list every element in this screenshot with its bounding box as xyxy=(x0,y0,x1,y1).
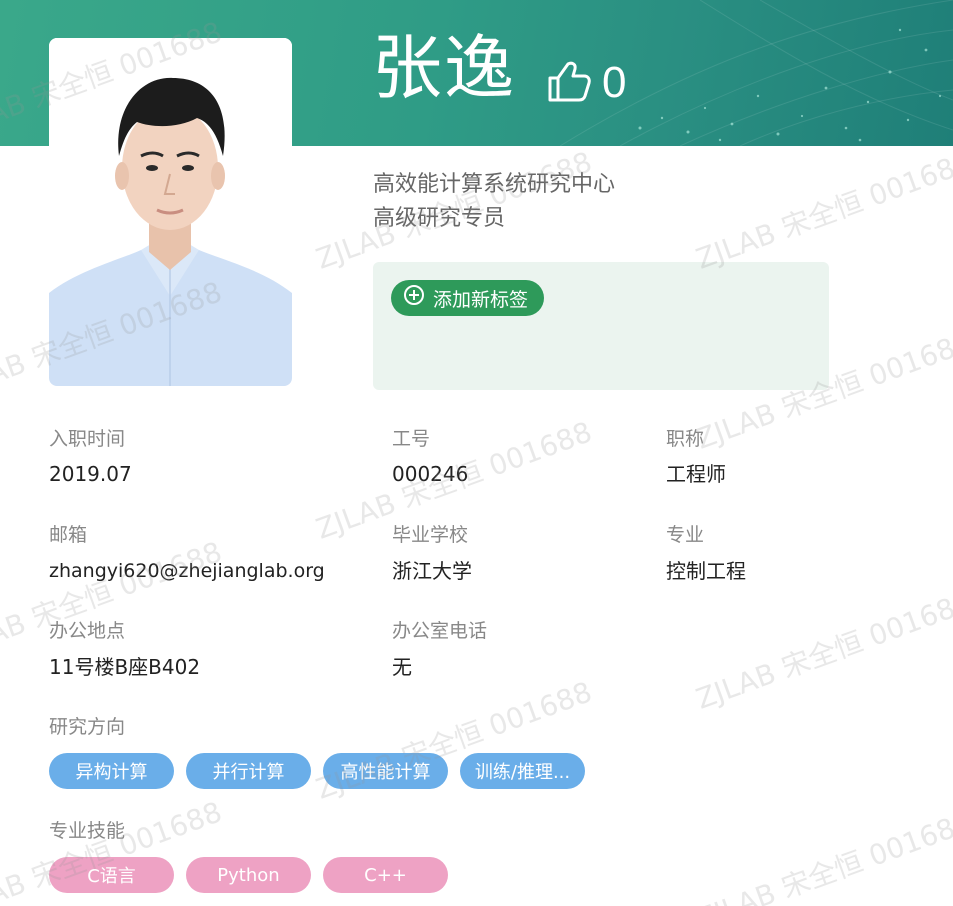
email-label: 邮箱 xyxy=(49,524,88,546)
employee-id-label: 工号 xyxy=(392,428,431,450)
job-title-label: 职称 xyxy=(666,428,705,450)
like-count: 0 xyxy=(602,58,627,107)
add-tag-button[interactable]: 添加新标签 xyxy=(391,280,545,316)
email-value: zhangyi620@zhejianglab.org xyxy=(49,560,325,582)
avatar xyxy=(49,38,292,386)
profile-photo xyxy=(49,38,292,386)
skill-chip[interactable]: C语言 xyxy=(49,857,174,893)
office-phone-label: 办公室电话 xyxy=(392,620,488,642)
job-title-value: 工程师 xyxy=(666,462,726,486)
research-label: 研究方向 xyxy=(49,716,126,738)
hire-date-label: 入职时间 xyxy=(49,428,126,450)
skill-chip[interactable]: C++ xyxy=(323,857,448,893)
skills-label: 专业技能 xyxy=(49,820,126,842)
thumbs-up-icon xyxy=(546,58,592,108)
research-chip[interactable]: 训练/推理... xyxy=(460,753,585,789)
school-value: 浙江大学 xyxy=(392,559,472,583)
department: 高效能计算系统研究中心 xyxy=(373,172,616,197)
watermark-text: ZJLAB 宋全恒 001688 xyxy=(691,585,953,716)
profile-name: 张逸 xyxy=(372,27,516,109)
research-chip[interactable]: 异构计算 xyxy=(49,753,174,789)
major-value: 控制工程 xyxy=(666,559,746,583)
school-label: 毕业学校 xyxy=(392,524,469,546)
office-phone-value: 无 xyxy=(392,655,412,679)
position-title: 高级研究专员 xyxy=(373,206,506,231)
office-label: 办公地点 xyxy=(49,620,126,642)
research-chip[interactable]: 并行计算 xyxy=(186,753,311,789)
like-button[interactable]: 0 xyxy=(546,58,626,108)
major-label: 专业 xyxy=(666,524,705,546)
skill-chip[interactable]: Python xyxy=(186,857,311,893)
plus-circle-icon xyxy=(403,284,425,312)
watermark-text: ZJLAB 宋全恒 001688 xyxy=(0,535,227,666)
employee-id-value: 000246 xyxy=(392,462,469,486)
watermark-text: ZJLAB 宋全恒 001688 xyxy=(691,805,953,906)
office-value: 11号楼B座B402 xyxy=(49,655,201,679)
add-tag-label: 添加新标签 xyxy=(433,289,529,311)
research-chip[interactable]: 高性能计算 xyxy=(323,753,448,789)
hire-date-value: 2019.07 xyxy=(49,462,132,486)
tag-panel: 添加新标签 xyxy=(373,262,829,390)
watermark-text: ZJLAB 宋全恒 001688 xyxy=(691,145,953,276)
